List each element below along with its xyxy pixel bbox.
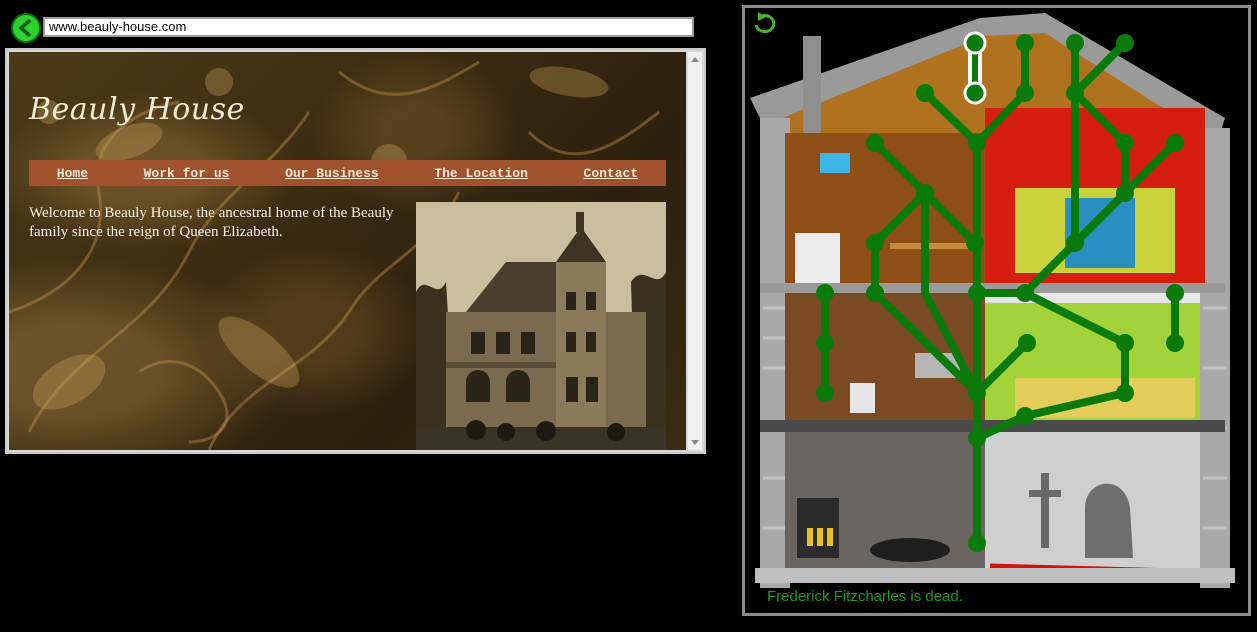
scroll-down-icon[interactable] (691, 440, 699, 445)
scroll-up-icon[interactable] (691, 57, 699, 62)
nav-home[interactable]: Home (57, 166, 88, 181)
house-photo (416, 202, 666, 450)
nav-our-business[interactable]: Our Business (285, 166, 379, 181)
site-title: Beauly House (29, 92, 245, 127)
game-panel: Frederick Fitzcharles is dead. (742, 5, 1251, 616)
website-page: Beauly House Home Work for us Our Busine… (9, 52, 686, 450)
back-button[interactable] (11, 13, 41, 43)
house-cross-section (750, 13, 1235, 588)
nav-work-for-us[interactable]: Work for us (144, 166, 230, 181)
browser-viewport: Beauly House Home Work for us Our Busine… (5, 48, 706, 454)
left-arrow-icon (19, 19, 31, 37)
site-navigation: Home Work for us Our Business The Locati… (29, 160, 666, 186)
welcome-text: Welcome to Beauly House, the ancestral h… (29, 205, 394, 240)
game-status-text: Frederick Fitzcharles is dead. (767, 588, 963, 605)
nav-the-location[interactable]: The Location (434, 166, 528, 181)
vertical-scrollbar[interactable] (688, 52, 702, 450)
selected-family-member[interactable] (963, 31, 987, 105)
restart-arrow-icon[interactable] (750, 11, 780, 37)
url-bar[interactable]: www.beauly-house.com (43, 17, 694, 37)
nav-contact[interactable]: Contact (584, 166, 639, 181)
